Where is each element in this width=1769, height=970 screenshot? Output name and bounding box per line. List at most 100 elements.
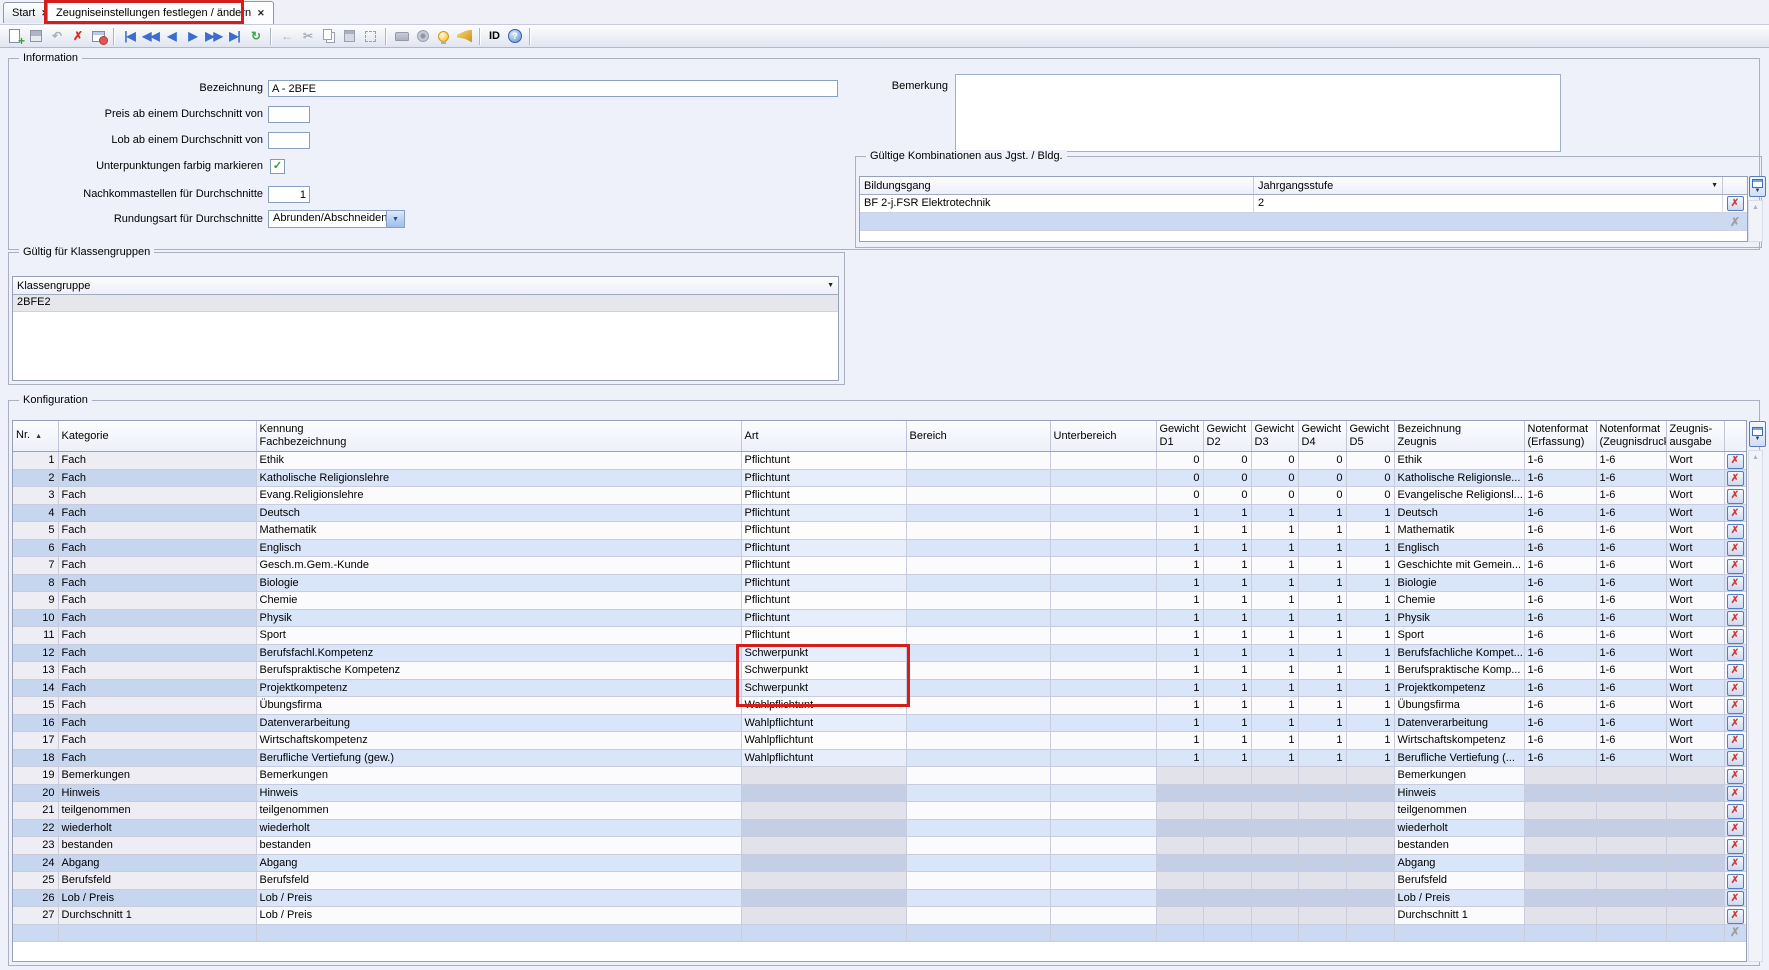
delete-row-button[interactable]: ✗ — [1727, 214, 1744, 229]
cell-nfe[interactable]: 1-6 — [1524, 557, 1596, 575]
cell-nfe[interactable]: 1-6 — [1524, 662, 1596, 680]
cell-ausgabe[interactable]: Wort — [1666, 487, 1724, 505]
cell-d4[interactable]: 1 — [1298, 557, 1346, 575]
table-row[interactable]: 23bestandenbestandenbestanden✗ — [13, 837, 1746, 855]
table-row[interactable]: 11FachSportPflichtunt11111Sport1-61-6Wor… — [13, 627, 1746, 645]
lob-input[interactable] — [268, 132, 310, 149]
cell-bereich[interactable] — [906, 749, 1050, 767]
delete-row-button[interactable]: ✗ — [1727, 734, 1744, 749]
delete-row-button[interactable]: ✗ — [1727, 909, 1744, 924]
cell-art[interactable]: Pflichtunt — [741, 452, 906, 470]
cell-kennung[interactable]: Physik — [256, 609, 741, 627]
cell-ausgabe[interactable]: Wort — [1666, 574, 1724, 592]
cell-unterbereich[interactable] — [1050, 714, 1156, 732]
cell-d5[interactable]: 1 — [1346, 679, 1394, 697]
cut-icon[interactable]: ✂ — [297, 26, 318, 47]
print-icon[interactable] — [391, 26, 412, 47]
cell-d4[interactable]: 0 — [1298, 452, 1346, 470]
cell-d4[interactable]: 1 — [1298, 714, 1346, 732]
cell-bez[interactable]: Physik — [1394, 609, 1524, 627]
cell-d5[interactable]: 1 — [1346, 522, 1394, 540]
cell-d4[interactable]: 0 — [1298, 487, 1346, 505]
column-header-d2[interactable]: Gewicht D2 — [1203, 421, 1251, 452]
cell-bez[interactable]: Datenverarbeitung — [1394, 714, 1524, 732]
column-header-unterbereich[interactable]: Unterbereich — [1050, 421, 1156, 452]
column-header-jahrgangsstufe[interactable]: Jahrgangsstufe▼ — [1254, 177, 1723, 194]
next-record-icon[interactable]: ▶ — [182, 26, 203, 47]
cell-d4[interactable]: 1 — [1298, 522, 1346, 540]
first-record-icon[interactable]: |◀ — [119, 26, 140, 47]
cell-d1[interactable]: 1 — [1156, 539, 1203, 557]
cell-d5[interactable]: 1 — [1346, 609, 1394, 627]
cell-jahrgangsstufe[interactable] — [1254, 213, 1723, 230]
kombinationen-scrollbar[interactable]: ▲ — [1748, 200, 1763, 242]
cell-ausgabe[interactable]: Wort — [1666, 592, 1724, 610]
delete-row-button[interactable]: ✗ — [1727, 751, 1744, 766]
cell-unterbereich[interactable] — [1050, 487, 1156, 505]
cell-kennung[interactable]: Biologie — [256, 574, 741, 592]
cell-ausgabe[interactable]: Wort — [1666, 627, 1724, 645]
cell-ausgabe[interactable]: Wort — [1666, 749, 1724, 767]
cell-bez[interactable]: Deutsch — [1394, 504, 1524, 522]
cell-bez[interactable]: Geschichte mit Gemein... — [1394, 557, 1524, 575]
cell-nfe[interactable]: 1-6 — [1524, 679, 1596, 697]
new-record-icon[interactable] — [4, 26, 25, 47]
cell-unterbereich[interactable] — [1050, 889, 1156, 907]
cell-bez[interactable]: Biologie — [1394, 574, 1524, 592]
cell-nfe[interactable]: 1-6 — [1524, 452, 1596, 470]
delete-row-button[interactable]: ✗ — [1727, 541, 1744, 556]
cell-kennung[interactable]: Hinweis — [256, 784, 741, 802]
cell-d3[interactable]: 1 — [1251, 644, 1298, 662]
table-row[interactable]: 5FachMathematikPflichtunt11111Mathematik… — [13, 522, 1746, 540]
cell-kennung[interactable]: Lob / Preis — [256, 889, 741, 907]
cell-nfe[interactable]: 1-6 — [1524, 487, 1596, 505]
table-row[interactable]: 16FachDatenverarbeitungWahlpflichtunt111… — [13, 714, 1746, 732]
cell-unterbereich[interactable] — [1050, 539, 1156, 557]
cell-unterbereich[interactable] — [1050, 924, 1156, 942]
cell-nfz[interactable]: 1-6 — [1596, 452, 1666, 470]
delete-row-button[interactable]: ✗ — [1727, 664, 1744, 679]
cell-d5[interactable]: 1 — [1346, 504, 1394, 522]
tab-close-icon[interactable]: ✕ — [257, 8, 265, 19]
column-header-d4[interactable]: Gewicht D4 — [1298, 421, 1346, 452]
delete-row-button[interactable]: ✗ — [1727, 629, 1744, 644]
grid-menu-button[interactable]: ▼ — [1749, 421, 1766, 447]
cell-bereich[interactable] — [906, 539, 1050, 557]
cell-d1[interactable]: 1 — [1156, 574, 1203, 592]
cell-d5[interactable]: 1 — [1346, 749, 1394, 767]
cell-ausgabe[interactable]: Wort — [1666, 469, 1724, 487]
cell-art[interactable]: Wahlpflichtunt — [741, 732, 906, 750]
cell-ausgabe[interactable]: Wort — [1666, 714, 1724, 732]
cell-unterbereich[interactable] — [1050, 557, 1156, 575]
save-icon[interactable] — [25, 26, 46, 47]
column-header-bereich[interactable]: Bereich — [906, 421, 1050, 452]
delete-row-button[interactable]: ✗ — [1727, 646, 1744, 661]
cell-bereich[interactable] — [906, 802, 1050, 820]
cell-unterbereich[interactable] — [1050, 452, 1156, 470]
cell-bereich[interactable] — [906, 662, 1050, 680]
cell-d2[interactable]: 1 — [1203, 592, 1251, 610]
cell-bez[interactable]: teilgenommen — [1394, 802, 1524, 820]
table-row[interactable]: 18FachBerufliche Vertiefung (gew.)Wahlpf… — [13, 749, 1746, 767]
cell-d1[interactable]: 1 — [1156, 644, 1203, 662]
cell-nfe[interactable]: 1-6 — [1524, 504, 1596, 522]
cell-kennung[interactable]: Berufliche Vertiefung (gew.) — [256, 749, 741, 767]
hint-lightbulb-icon[interactable] — [433, 26, 454, 47]
column-header-art[interactable]: Art — [741, 421, 906, 452]
cell-d2[interactable]: 1 — [1203, 697, 1251, 715]
cell-d2[interactable]: 1 — [1203, 557, 1251, 575]
cell-unterbereich[interactable] — [1050, 749, 1156, 767]
cell-d2[interactable]: 1 — [1203, 574, 1251, 592]
cell-d5[interactable]: 1 — [1346, 557, 1394, 575]
cell-d4[interactable]: 1 — [1298, 504, 1346, 522]
cell-bereich[interactable] — [906, 924, 1050, 942]
cell-nfz[interactable]: 1-6 — [1596, 469, 1666, 487]
cell-ausgabe[interactable]: Wort — [1666, 522, 1724, 540]
cell-d2[interactable]: 1 — [1203, 644, 1251, 662]
tab-zeugniseinstellungen[interactable]: Zeugniseinstellungen festlegen / ändern … — [47, 1, 274, 24]
column-header-ausgabe[interactable]: Zeugnis- ausgabe — [1666, 421, 1724, 452]
chevron-down-icon[interactable]: ▼ — [1711, 182, 1718, 189]
cell-bereich[interactable] — [906, 627, 1050, 645]
cell-bereich[interactable] — [906, 837, 1050, 855]
delete-row-button[interactable]: ✗ — [1727, 489, 1744, 504]
